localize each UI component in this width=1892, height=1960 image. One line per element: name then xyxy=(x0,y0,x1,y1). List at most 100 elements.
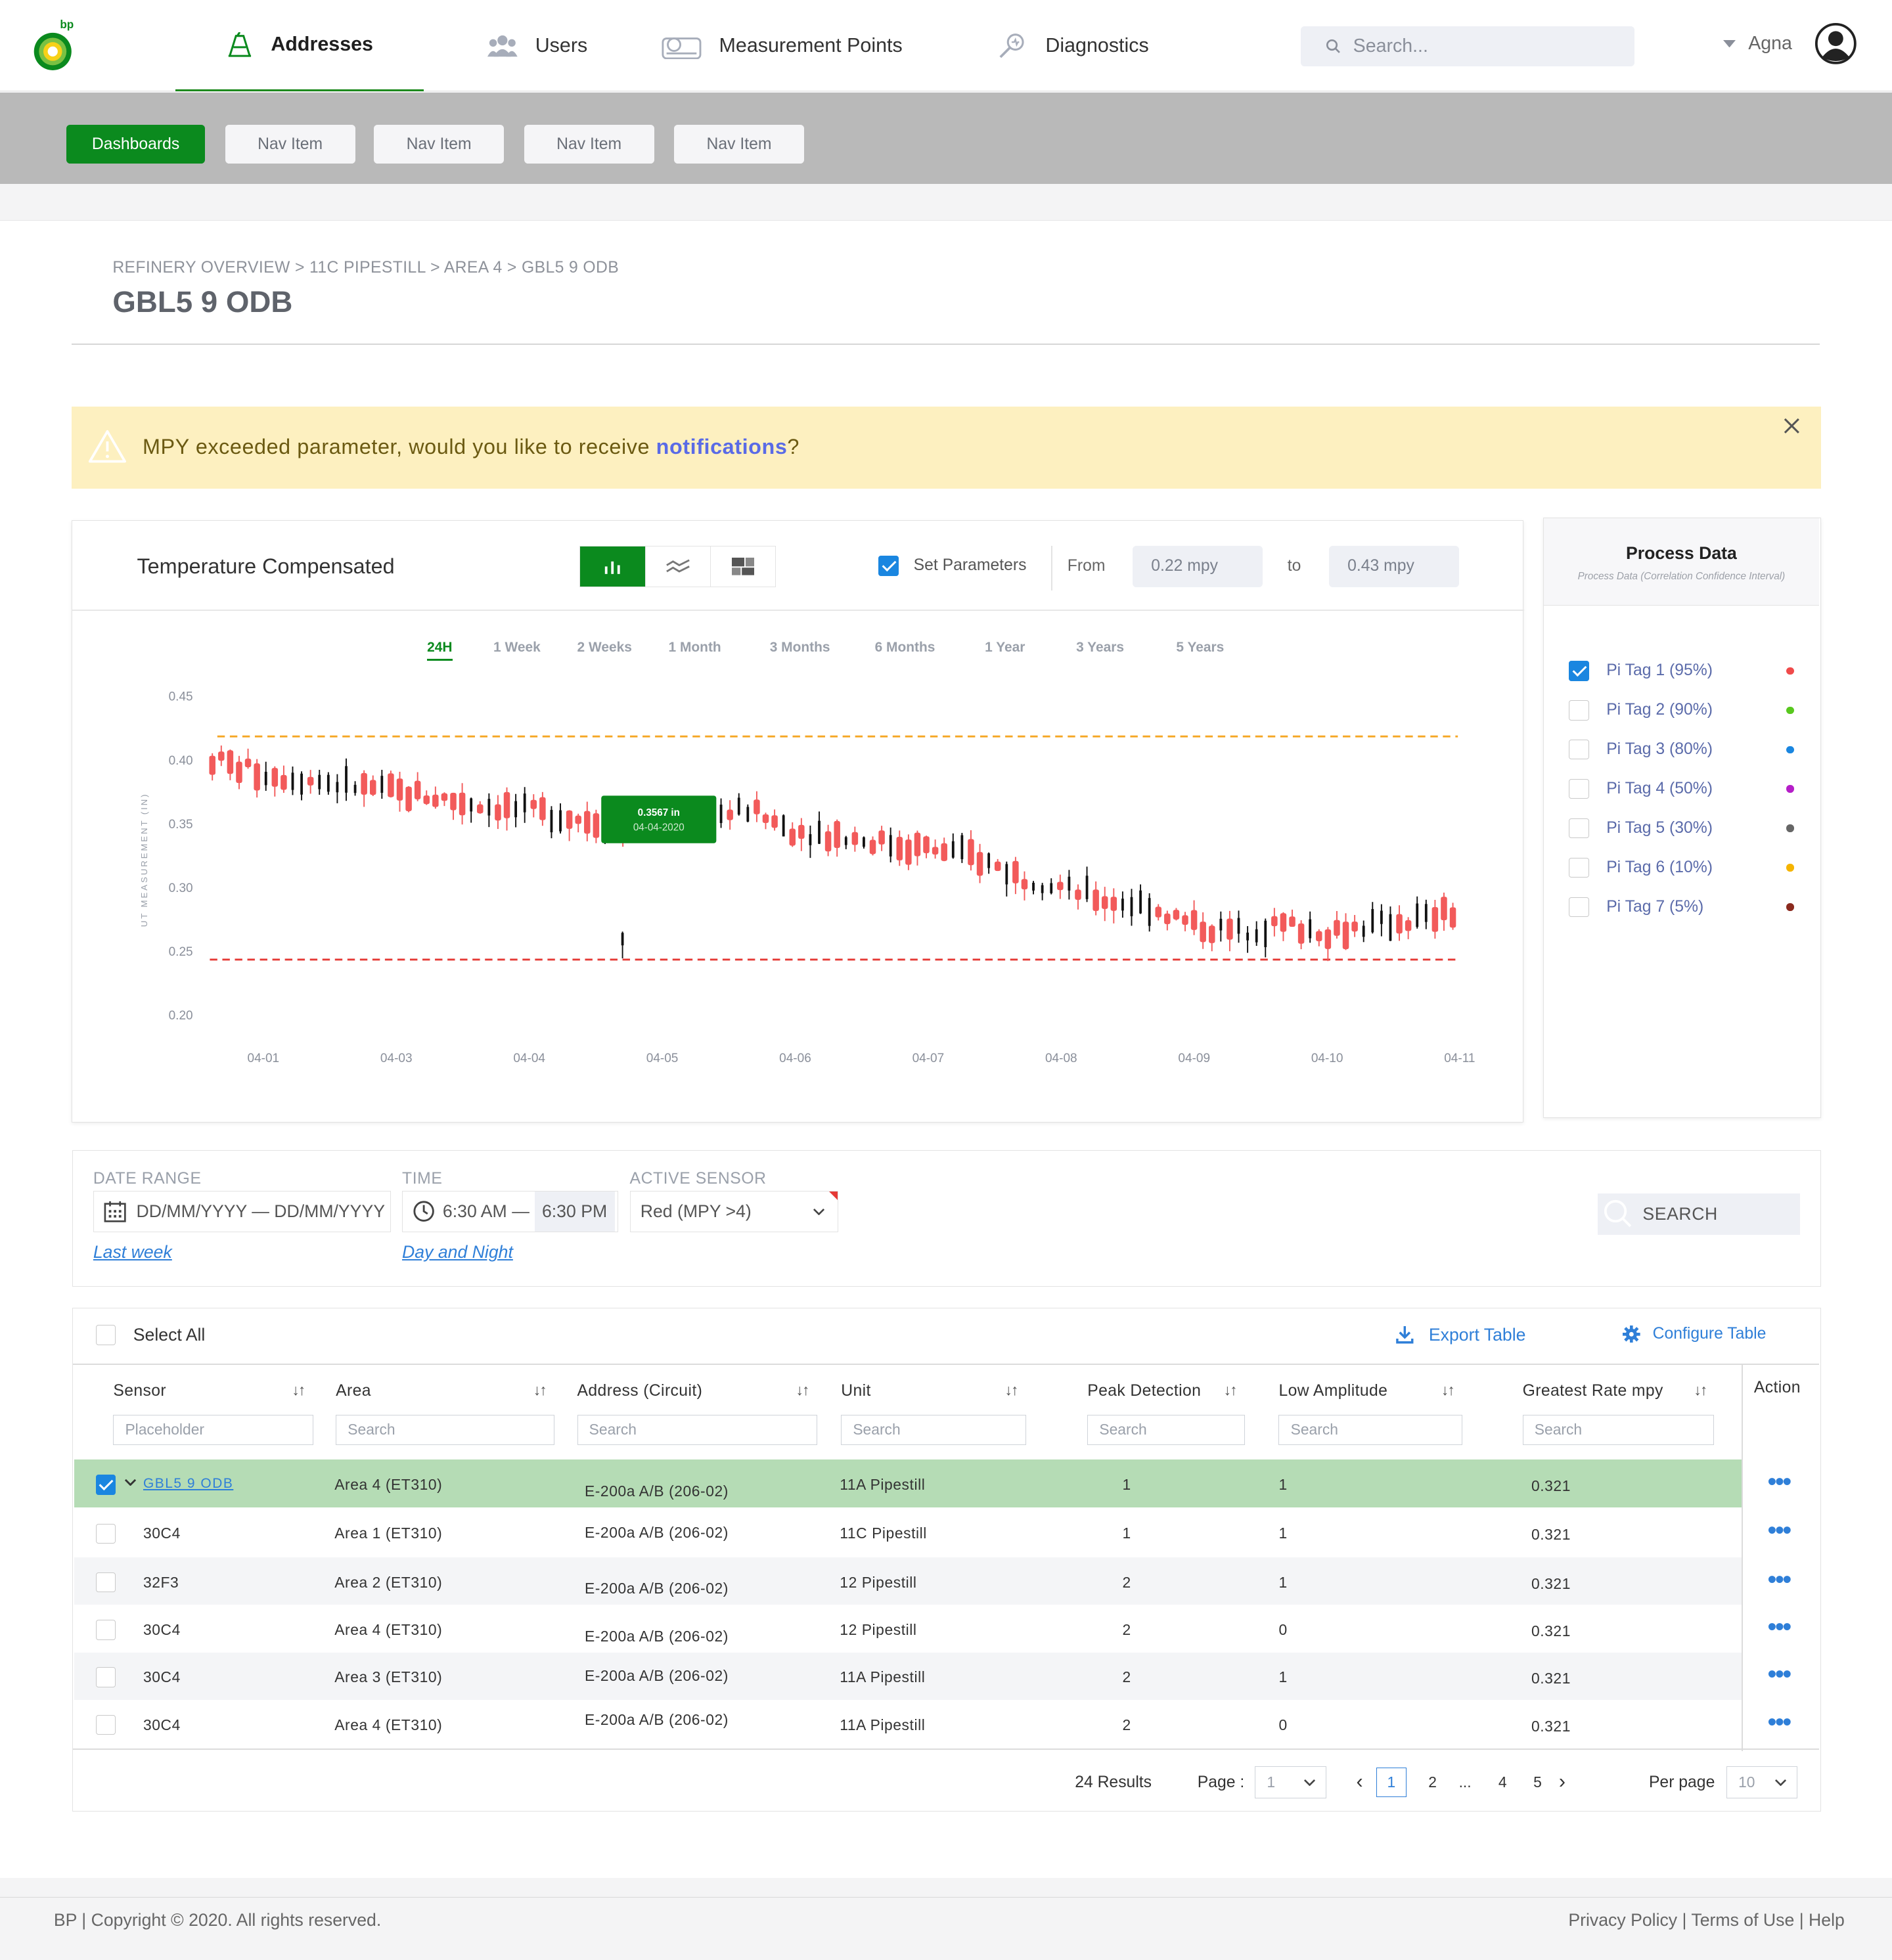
column-header[interactable]: Sensor xyxy=(113,1382,166,1400)
pi-tag-checkbox[interactable] xyxy=(1569,857,1589,878)
range-2-weeks[interactable]: 2 Weeks xyxy=(577,640,632,656)
pi-tag-checkbox[interactable] xyxy=(1569,700,1589,721)
column-header[interactable]: Low Amplitude xyxy=(1278,1382,1387,1400)
row-checkbox[interactable] xyxy=(95,1523,116,1544)
day-and-night-link[interactable]: Day and Night xyxy=(402,1242,513,1262)
notifications-link[interactable]: notifications xyxy=(656,435,788,458)
global-search[interactable]: Search... xyxy=(1300,26,1634,66)
sort-icon[interactable]: ↓↑ xyxy=(1694,1381,1707,1399)
from-input[interactable]: 0.22 mpy xyxy=(1132,545,1263,587)
row-actions-button[interactable]: ••• xyxy=(1768,1469,1791,1494)
heatmap-toggle[interactable] xyxy=(710,546,775,587)
range-3-years[interactable]: 3 Years xyxy=(1076,640,1124,656)
prev-page-button[interactable]: ‹ xyxy=(1356,1770,1363,1793)
sort-icon[interactable]: ↓↑ xyxy=(533,1381,547,1399)
row-actions-button[interactable]: ••• xyxy=(1768,1567,1791,1592)
footer-links[interactable]: Privacy Policy | Terms of Use | Help xyxy=(1568,1910,1844,1930)
row-checkbox[interactable] xyxy=(95,1475,116,1495)
nav-item-button-2[interactable]: Nav Item xyxy=(374,125,505,164)
column-filter-input[interactable]: Search xyxy=(841,1414,1026,1445)
column-filter-input[interactable]: Placeholder xyxy=(113,1414,313,1445)
filter-search-button[interactable]: SEARCH xyxy=(1597,1193,1801,1235)
set-parameters[interactable]: Set Parameters xyxy=(878,556,1026,576)
column-filter-input[interactable]: Search xyxy=(1278,1414,1463,1445)
range-5-years[interactable]: 5 Years xyxy=(1176,640,1224,656)
pi-tag-checkbox[interactable] xyxy=(1569,740,1589,760)
row-checkbox[interactable] xyxy=(95,1714,116,1735)
row-checkbox[interactable] xyxy=(95,1667,116,1687)
row-actions-button[interactable]: ••• xyxy=(1768,1518,1791,1543)
table-row[interactable]: 30C4 Area 4 (ET310) E-200a A/B (206-02) 12 … xyxy=(74,1605,1742,1653)
nav-item-button-1[interactable]: Nav Item xyxy=(225,125,355,164)
time-input[interactable]: 6:30 AM — 6:30 PM xyxy=(402,1191,619,1233)
next-page-button[interactable]: › xyxy=(1559,1770,1565,1793)
row-checkbox[interactable] xyxy=(95,1572,116,1593)
range-3-months[interactable]: 3 Months xyxy=(770,640,830,656)
pi-tag-checkbox[interactable] xyxy=(1569,897,1589,918)
select-all[interactable]: Select All xyxy=(95,1325,205,1345)
bp-logo[interactable]: bp xyxy=(30,18,76,73)
per-page-select[interactable]: 10 xyxy=(1726,1766,1798,1799)
sort-icon[interactable]: ↓↑ xyxy=(292,1381,306,1399)
dashboards-button[interactable]: Dashboards xyxy=(66,125,206,164)
sort-icon[interactable]: ↓↑ xyxy=(796,1381,810,1399)
range-24h[interactable]: 24H xyxy=(427,640,453,661)
column-filter-input[interactable]: Search xyxy=(577,1414,818,1445)
column-header[interactable]: Address (Circuit) xyxy=(577,1382,703,1400)
page-button[interactable]: ... xyxy=(1456,1768,1474,1798)
pi-tag-row[interactable]: Pi Tag 2 (90%) xyxy=(1569,700,1794,721)
expand-chevron-icon[interactable] xyxy=(124,1479,137,1486)
column-header[interactable]: Area xyxy=(336,1382,371,1400)
nav-diagnostics[interactable]: Diagnostics xyxy=(998,0,1149,91)
close-icon[interactable] xyxy=(1784,418,1800,434)
date-range-input[interactable]: DD/MM/YYYY — DD/MM/YYYY xyxy=(93,1191,391,1233)
pi-tag-checkbox[interactable] xyxy=(1569,661,1589,681)
select-all-checkbox[interactable] xyxy=(95,1325,116,1345)
table-row[interactable]: GBL5 9 ODB Area 4 (ET310) E-200a A/B (206-… xyxy=(74,1459,1742,1507)
pi-tag-checkbox[interactable] xyxy=(1569,778,1589,799)
line-chart-toggle[interactable] xyxy=(644,546,710,587)
active-sensor-select[interactable]: Red (MPY >4) xyxy=(629,1191,839,1233)
pi-tag-row[interactable]: Pi Tag 6 (10%) xyxy=(1569,857,1794,878)
page-button[interactable]: 2 xyxy=(1424,1768,1441,1798)
sensor-cell[interactable]: GBL5 9 ODB xyxy=(143,1476,233,1492)
table-row[interactable]: 30C4 Area 3 (ET310) E-200a A/B (206-02) 11A… xyxy=(74,1652,1742,1700)
range-1-year[interactable]: 1 Year xyxy=(985,640,1025,656)
sort-icon[interactable]: ↓↑ xyxy=(1441,1381,1455,1399)
pi-tag-row[interactable]: Pi Tag 3 (80%) xyxy=(1569,740,1794,760)
nav-addresses[interactable]: Addresses xyxy=(175,0,424,91)
column-filter-input[interactable]: Search xyxy=(1087,1414,1246,1445)
column-filter-input[interactable]: Search xyxy=(1522,1414,1714,1445)
export-table-button[interactable]: Export Table xyxy=(1396,1325,1525,1345)
nav-item-button-3[interactable]: Nav Item xyxy=(524,125,654,164)
configure-table-button[interactable]: Configure Table xyxy=(1622,1325,1766,1343)
row-checkbox[interactable] xyxy=(95,1620,116,1640)
page-select[interactable]: 1 xyxy=(1255,1766,1326,1799)
to-input[interactable]: 0.43 mpy xyxy=(1328,545,1459,587)
nav-measurement-points[interactable]: Measurement Points xyxy=(662,0,903,91)
table-row[interactable]: 30C4 Area 4 (ET310) E-200a A/B (206-02) 11A… xyxy=(74,1699,1742,1748)
column-header[interactable]: Peak Detection xyxy=(1087,1382,1201,1400)
pi-tag-checkbox[interactable] xyxy=(1569,818,1589,839)
table-row[interactable]: 30C4 Area 1 (ET310) E-200a A/B (206-02) 11C… xyxy=(74,1508,1742,1557)
range-1-week[interactable]: 1 Week xyxy=(493,640,541,656)
row-actions-button[interactable]: ••• xyxy=(1768,1710,1791,1735)
pi-tag-row[interactable]: Pi Tag 4 (50%) xyxy=(1569,778,1794,799)
column-header[interactable]: Greatest Rate mpy xyxy=(1523,1382,1663,1400)
page-button[interactable]: 5 xyxy=(1529,1768,1546,1798)
row-actions-button[interactable]: ••• xyxy=(1768,1615,1791,1639)
last-week-link[interactable]: Last week xyxy=(93,1242,172,1262)
range-6-months[interactable]: 6 Months xyxy=(875,640,935,656)
pi-tag-row[interactable]: Pi Tag 7 (5%) xyxy=(1569,897,1794,918)
pi-tag-row[interactable]: Pi Tag 1 (95%) xyxy=(1569,661,1794,681)
set-parameters-checkbox[interactable] xyxy=(878,556,899,576)
user-menu[interactable]: Agna xyxy=(1723,22,1857,65)
column-header[interactable]: Unit xyxy=(841,1382,871,1400)
pi-tag-row[interactable]: Pi Tag 5 (30%) xyxy=(1569,818,1794,839)
sort-icon[interactable]: ↓↑ xyxy=(1224,1381,1238,1399)
page-button[interactable]: 1 xyxy=(1376,1767,1407,1798)
table-row[interactable]: 32F3 Area 2 (ET310) E-200a A/B (206-02) 12 … xyxy=(74,1557,1742,1605)
nav-item-button-4[interactable]: Nav Item xyxy=(674,125,804,164)
row-actions-button[interactable]: ••• xyxy=(1768,1662,1791,1687)
column-filter-input[interactable]: Search xyxy=(336,1414,555,1445)
